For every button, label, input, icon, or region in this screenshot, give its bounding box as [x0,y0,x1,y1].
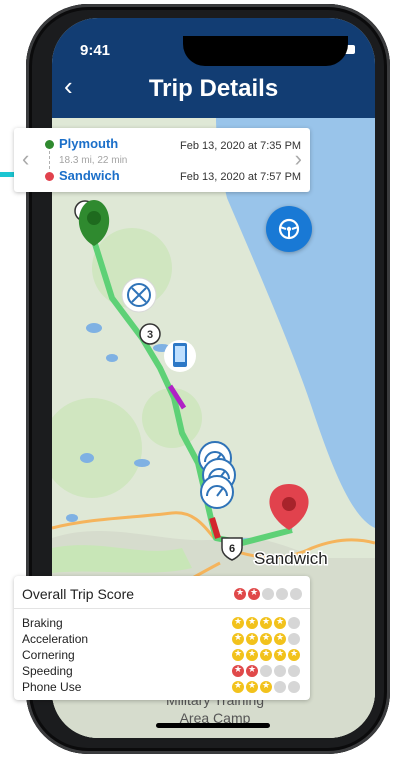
start-time: Feb 13, 2020 at 7:35 PM [180,140,302,152]
rating-dot [232,664,244,677]
score-label: Phone Use [22,680,82,694]
app-header: 9:41 ‹ Trip Details [52,18,375,118]
score-row: Cornering [22,648,300,664]
rating-dot [288,681,300,693]
score-label: Braking [22,616,63,630]
route-connector [49,151,51,169]
rating-dot [246,648,258,661]
score-title: Overall Trip Score [22,586,135,602]
rating-dot [260,616,272,629]
rating-dot [246,680,258,693]
trip-score-panel: Overall Trip Score Braking Acceleration Co… [14,576,310,700]
speedometer-icon-3 [200,475,234,509]
score-label: Speeding [22,664,73,678]
start-place: Plymouth [59,136,119,151]
rating-dot [234,587,246,600]
rating-dot [246,632,258,645]
rating-dot [248,587,260,600]
rating-dot [260,648,272,661]
rating-dot [288,648,300,661]
rating-dot [262,588,274,600]
rating-dot [246,664,258,677]
rating-dot [274,616,286,629]
rating-dot [288,665,300,677]
score-row: Phone Use [22,680,300,696]
score-row: Acceleration [22,632,300,648]
count-marker-b: 3 [139,323,161,345]
rating-dot [260,632,272,645]
overall-score-rating [234,587,302,600]
score-label: Acceleration [22,632,89,646]
phone-use-icon [164,340,196,372]
rating-dot [288,617,300,629]
rating-dot [232,648,244,661]
score-row: Speeding [22,664,300,680]
start-location-icon [45,140,54,149]
trip-summary: 18.3 mi, 22 min [59,155,128,166]
rating-dot [260,680,272,693]
status-time: 9:41 [80,42,111,59]
rating-dot [232,616,244,629]
end-time: Feb 13, 2020 at 7:57 PM [180,171,302,183]
home-indicator [156,723,270,728]
end-place: Sandwich [59,168,120,183]
rating-dot [276,588,288,600]
end-location-icon [45,172,54,181]
score-rating [232,664,300,677]
town-label: Sandwich [254,549,328,568]
score-row: Braking [22,616,300,632]
score-rating [232,632,300,645]
rating-dot [290,588,302,600]
score-rating [232,616,300,629]
trip-summary-card: ‹ › Plymouth 18.3 mi, 22 min Sandwich Fe… [14,128,310,192]
drive-mode-button[interactable] [266,206,312,252]
score-rating [232,680,300,693]
steering-wheel-icon [278,218,300,240]
rating-dot [246,616,258,629]
hazard-marker-icon [121,277,157,313]
rating-dot [274,648,286,661]
rating-dot [274,681,286,693]
marker-count-b: 3 [147,329,153,341]
rating-dot [260,665,272,677]
previous-trip-button[interactable]: ‹ [22,146,29,172]
rating-dot [274,665,286,677]
rating-dot [274,632,286,645]
phone-notch [183,36,348,66]
page-title: Trip Details [148,75,279,102]
route-number: 6 [229,543,235,555]
divider [14,608,310,609]
rating-dot [232,632,244,645]
rating-dot [232,680,244,693]
score-rating [232,648,300,661]
score-label: Cornering [22,648,75,662]
rating-dot [288,633,300,645]
